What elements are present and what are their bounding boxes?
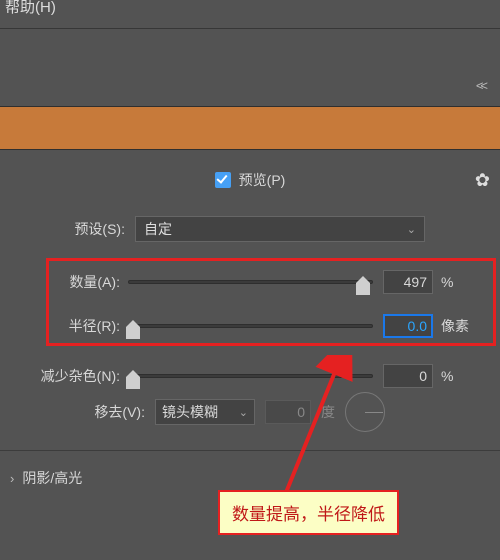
title-bar — [0, 106, 500, 150]
angle-unit: 度 — [321, 402, 335, 422]
remove-value: 镜头模糊 — [162, 402, 218, 422]
chevron-right-icon: › — [10, 471, 14, 486]
preview-label: 预览(P) — [239, 170, 286, 190]
amount-slider[interactable] — [128, 277, 373, 287]
amount-input[interactable]: 497 — [383, 270, 433, 294]
remove-row: 移去(V): 镜头模糊 ⌄ 0 度 — [0, 398, 500, 426]
amount-unit: % — [433, 274, 473, 290]
amount-label: 数量(A): — [0, 272, 128, 292]
divider — [0, 450, 500, 451]
slider-thumb[interactable] — [126, 327, 140, 339]
preview-checkbox[interactable] — [215, 172, 231, 188]
chevron-down-icon: ⌄ — [407, 223, 416, 236]
noise-label: 减少杂色(N): — [0, 366, 128, 386]
menu-help-fragment: 帮助(H) — [5, 0, 56, 17]
radius-row: 半径(R): 0.0 像素 — [0, 311, 500, 341]
preset-row: 预设(S): 自定 ⌄ — [0, 215, 500, 243]
radius-unit: 像素 — [433, 316, 473, 336]
radius-input[interactable]: 0.0 — [383, 314, 433, 338]
noise-input[interactable]: 0 — [383, 364, 433, 388]
radius-slider[interactable] — [128, 321, 373, 331]
shadow-highlight-section[interactable]: › 阴影/高光 — [10, 468, 82, 488]
remove-label: 移去(V): — [0, 402, 155, 422]
preset-value: 自定 — [144, 219, 172, 239]
noise-unit: % — [433, 368, 473, 384]
annotation-callout: 数量提高，半径降低 — [218, 490, 399, 535]
noise-slider[interactable] — [128, 371, 373, 381]
slider-thumb[interactable] — [126, 377, 140, 389]
divider — [0, 28, 500, 29]
radius-label: 半径(R): — [0, 316, 128, 336]
gear-icon[interactable]: ✿ — [475, 170, 490, 191]
amount-row: 数量(A): 497 % — [0, 267, 500, 297]
noise-row: 减少杂色(N): 0 % — [0, 361, 500, 391]
slider-thumb[interactable] — [356, 283, 370, 295]
preset-select[interactable]: 自定 ⌄ — [135, 216, 425, 242]
angle-input: 0 — [265, 400, 311, 424]
angle-dial — [345, 392, 385, 432]
section-label: 阴影/高光 — [22, 468, 82, 488]
collapse-icon[interactable]: << — [476, 78, 485, 93]
chevron-down-icon: ⌄ — [239, 406, 248, 419]
preset-label: 预设(S): — [0, 219, 135, 239]
remove-select[interactable]: 镜头模糊 ⌄ — [155, 399, 255, 425]
